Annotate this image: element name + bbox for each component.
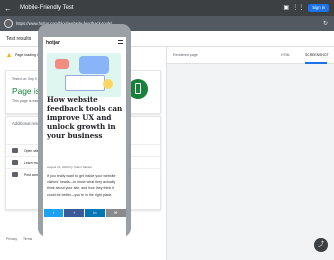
phone-screenshot[interactable]: hotjar How website feedback tools can im… — [43, 37, 126, 247]
facebook-icon: f — [64, 209, 84, 217]
email-icon: ✉ — [105, 209, 126, 217]
app-bar: ← Mobile-Friendly Test ▣ ⋮⋮ Sign in — [0, 0, 334, 16]
app-title: Mobile-Friendly Test — [20, 5, 74, 11]
rendered-panel: Rendered page HTML SCREENSHOT — [167, 47, 334, 260]
privacy-link[interactable]: Privacy — [6, 237, 17, 241]
forum-icon — [12, 172, 18, 177]
reload-icon[interactable]: ↻ — [323, 20, 328, 27]
apps-grid-icon[interactable]: ⋮⋮ — [292, 3, 304, 13]
sign-in-button[interactable]: Sign in — [308, 4, 329, 12]
warning-icon — [7, 53, 11, 57]
report-icon — [12, 148, 18, 153]
hamburger-menu-icon — [118, 40, 123, 44]
article-hero-image — [47, 53, 121, 97]
tab-html[interactable]: HTML — [281, 53, 290, 57]
hotjar-logo: hotjar — [46, 40, 60, 46]
share-icon[interactable]: ⤴ — [314, 238, 328, 252]
twitter-icon: t — [43, 209, 64, 217]
rendered-page-label: Rendered page — [173, 53, 198, 57]
google-icon — [4, 19, 13, 28]
section-title: Test results — [6, 35, 32, 42]
feedback-icon[interactable]: ▣ — [280, 3, 292, 13]
terms-link[interactable]: Terms — [23, 237, 32, 241]
footer-links: Privacy Terms — [6, 237, 37, 241]
back-arrow-icon[interactable]: ← — [0, 4, 16, 13]
share-bar: t f in ✉ — [43, 208, 126, 218]
article-title: How website feedback tools can improve U… — [47, 95, 123, 140]
school-icon — [12, 160, 18, 165]
tab-screenshot[interactable]: SCREENSHOT — [305, 53, 329, 57]
linkedin-icon: in — [85, 209, 105, 217]
render-tabs: Rendered page HTML SCREENSHOT — [167, 47, 334, 64]
active-tab-indicator — [305, 62, 327, 64]
mobile-phone-icon — [128, 79, 148, 99]
article-body: If you really want to get inside your we… — [47, 174, 116, 197]
article-meta: August 11, 2020 by Yoann Salnier — [47, 165, 92, 169]
